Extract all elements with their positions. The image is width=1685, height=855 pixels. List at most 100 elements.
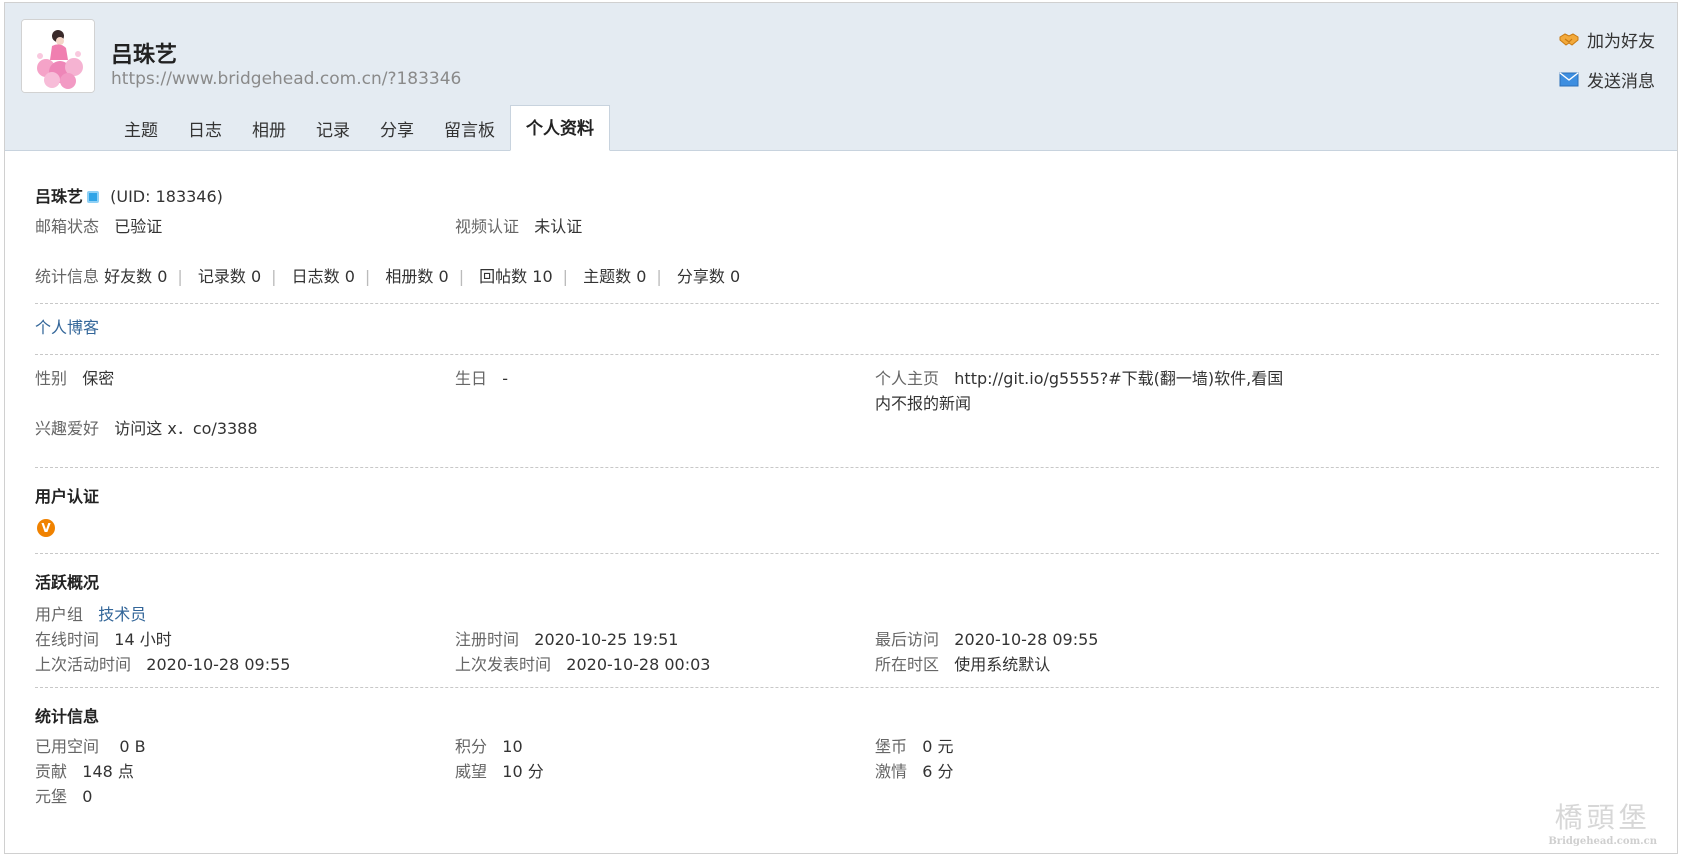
stat-replies[interactable]: 回帖数 10: [479, 267, 552, 286]
passion-value: 6 分: [922, 762, 954, 781]
points-row: 积分 10: [455, 733, 523, 757]
homepage-value-line2: 内不报的新闻: [875, 394, 972, 413]
profile-uid: (UID: 183346): [110, 187, 223, 206]
avatar[interactable]: [21, 19, 95, 93]
email-status-label: 邮箱状态: [35, 217, 100, 236]
verified-v-icon[interactable]: V: [37, 519, 55, 537]
add-friend-button[interactable]: 加为好友: [1559, 27, 1655, 52]
stat-blogs[interactable]: 日志数 0: [292, 267, 355, 286]
homepage-label: 个人主页: [875, 369, 940, 388]
send-message-button[interactable]: 发送消息: [1559, 67, 1655, 92]
yuanbao-value: 0: [82, 787, 93, 806]
site-watermark: 橋頭堡 Bridgehead.com.cn: [1548, 796, 1657, 847]
stats-line: 统计信息 好友数 0 | 记录数 0 | 日志数 0 | 相册数 0 | 回帖数 10 |…: [35, 267, 741, 286]
birthday-label: 生日: [455, 369, 488, 388]
divider: [35, 303, 1659, 304]
tab-guestbook[interactable]: 留言板: [429, 111, 510, 151]
personal-blog-link[interactable]: 个人博客: [35, 314, 99, 338]
birthday-value: -: [502, 369, 509, 388]
points-label: 积分: [455, 737, 488, 756]
used-space-row: 已用空间 0 B: [35, 733, 146, 757]
gender-label: 性别: [35, 369, 68, 388]
tab-blog[interactable]: 日志: [173, 111, 237, 151]
timezone-value: 使用系统默认: [954, 655, 1051, 674]
email-status-row: 邮箱状态 已验证: [35, 213, 162, 237]
verification-badges: V: [37, 517, 55, 537]
user-group-row: 用户组 技术员: [35, 601, 146, 625]
used-space-value: 0 B: [119, 737, 146, 756]
contribution-value: 148 点: [82, 762, 134, 781]
profile-tabs: 主题 日志 相册 记录 分享 留言板 个人资料: [109, 105, 610, 151]
used-space-label: 已用空间: [35, 737, 100, 756]
register-time-label: 注册时间: [455, 630, 520, 649]
last-visit-label: 最后访问: [875, 630, 940, 649]
verification-title: 用户认证: [35, 487, 100, 506]
hobby-label: 兴趣爱好: [35, 419, 100, 438]
divider: [35, 553, 1659, 554]
online-status-icon: [87, 191, 100, 203]
timezone-row: 所在时区 使用系统默认: [875, 651, 1050, 675]
tab-profile[interactable]: 个人资料: [510, 105, 610, 151]
video-status-label: 视频认证: [455, 217, 520, 236]
profile-frame: 吕珠艺 https://www.bridgehead.com.cn/?18334…: [4, 2, 1678, 854]
yuanbao-label: 元堡: [35, 787, 68, 806]
points-value: 10: [502, 737, 523, 756]
stat-shares[interactable]: 分享数 0: [677, 267, 740, 286]
last-active-value: 2020-10-28 09:55: [146, 655, 291, 674]
stat-friends[interactable]: 好友数 0: [104, 267, 167, 286]
last-post-row: 上次发表时间 2020-10-28 00:03: [455, 651, 710, 675]
homepage-row: 个人主页 http://git.io/g5555?#下载(翻一墙)软件,看国: [875, 365, 1283, 389]
activity-title: 活跃概况: [35, 573, 100, 592]
video-status-value: 未认证: [534, 217, 583, 236]
tab-topics[interactable]: 主题: [109, 111, 173, 151]
video-status-row: 视频认证 未认证: [455, 213, 582, 237]
profile-name: 吕珠艺: [111, 43, 178, 68]
coins-label: 堡币: [875, 737, 908, 756]
stats-line-label: 统计信息: [35, 267, 100, 286]
last-post-value: 2020-10-28 00:03: [566, 655, 711, 674]
watermark-logo-text: 橋頭堡: [1554, 801, 1651, 834]
register-time-row: 注册时间 2020-10-25 19:51: [455, 626, 678, 650]
email-status-value: 已验证: [114, 217, 163, 236]
profile-actions: 加为好友 发送消息: [1559, 27, 1655, 107]
last-visit-row: 最后访问 2020-10-28 09:55: [875, 626, 1098, 650]
prestige-label: 威望: [455, 762, 488, 781]
handshake-icon: [1559, 30, 1579, 48]
homepage-value-line1: http://git.io/g5555?#下载(翻一墙)软件,看国: [954, 369, 1284, 388]
prestige-value: 10 分: [502, 762, 544, 781]
timezone-label: 所在时区: [875, 655, 940, 674]
last-post-label: 上次发表时间: [455, 655, 552, 674]
tab-share[interactable]: 分享: [365, 111, 429, 151]
online-time-row: 在线时间 14 小时: [35, 626, 172, 650]
contribution-label: 贡献: [35, 762, 68, 781]
coins-row: 堡币 0 元: [875, 733, 954, 757]
register-time-value: 2020-10-25 19:51: [534, 630, 679, 649]
passion-label: 激情: [875, 762, 908, 781]
envelope-icon: [1559, 70, 1579, 88]
divider: [35, 467, 1659, 468]
stat-topics[interactable]: 主题数 0: [583, 267, 646, 286]
hobby-value: 访问这 x．co/3388: [114, 419, 258, 438]
yuanbao-row: 元堡 0: [35, 783, 92, 807]
profile-url[interactable]: https://www.bridgehead.com.cn/?183346: [111, 69, 461, 89]
divider: [35, 687, 1659, 688]
profile-title-name: 吕珠艺: [35, 187, 84, 206]
avatar-image: [22, 20, 94, 92]
user-group-label: 用户组: [35, 605, 84, 624]
stat-albums[interactable]: 相册数 0: [385, 267, 448, 286]
tab-album[interactable]: 相册: [237, 111, 301, 151]
watermark-domain: Bridgehead.com.cn: [1548, 836, 1657, 847]
user-group-link[interactable]: 技术员: [98, 605, 146, 624]
gender-value: 保密: [82, 369, 115, 388]
passion-row: 激情 6 分: [875, 758, 954, 782]
prestige-row: 威望 10 分: [455, 758, 544, 782]
last-visit-value: 2020-10-28 09:55: [954, 630, 1099, 649]
tab-records[interactable]: 记录: [301, 111, 365, 151]
divider: [35, 354, 1659, 355]
stat-records[interactable]: 记录数 0: [198, 267, 261, 286]
birthday-row: 生日 -: [455, 365, 508, 389]
profile-header: 吕珠艺 https://www.bridgehead.com.cn/?18334…: [5, 3, 1677, 151]
last-active-label: 上次活动时间: [35, 655, 132, 674]
add-friend-label: 加为好友: [1587, 31, 1655, 52]
contribution-row: 贡献 148 点: [35, 758, 134, 782]
